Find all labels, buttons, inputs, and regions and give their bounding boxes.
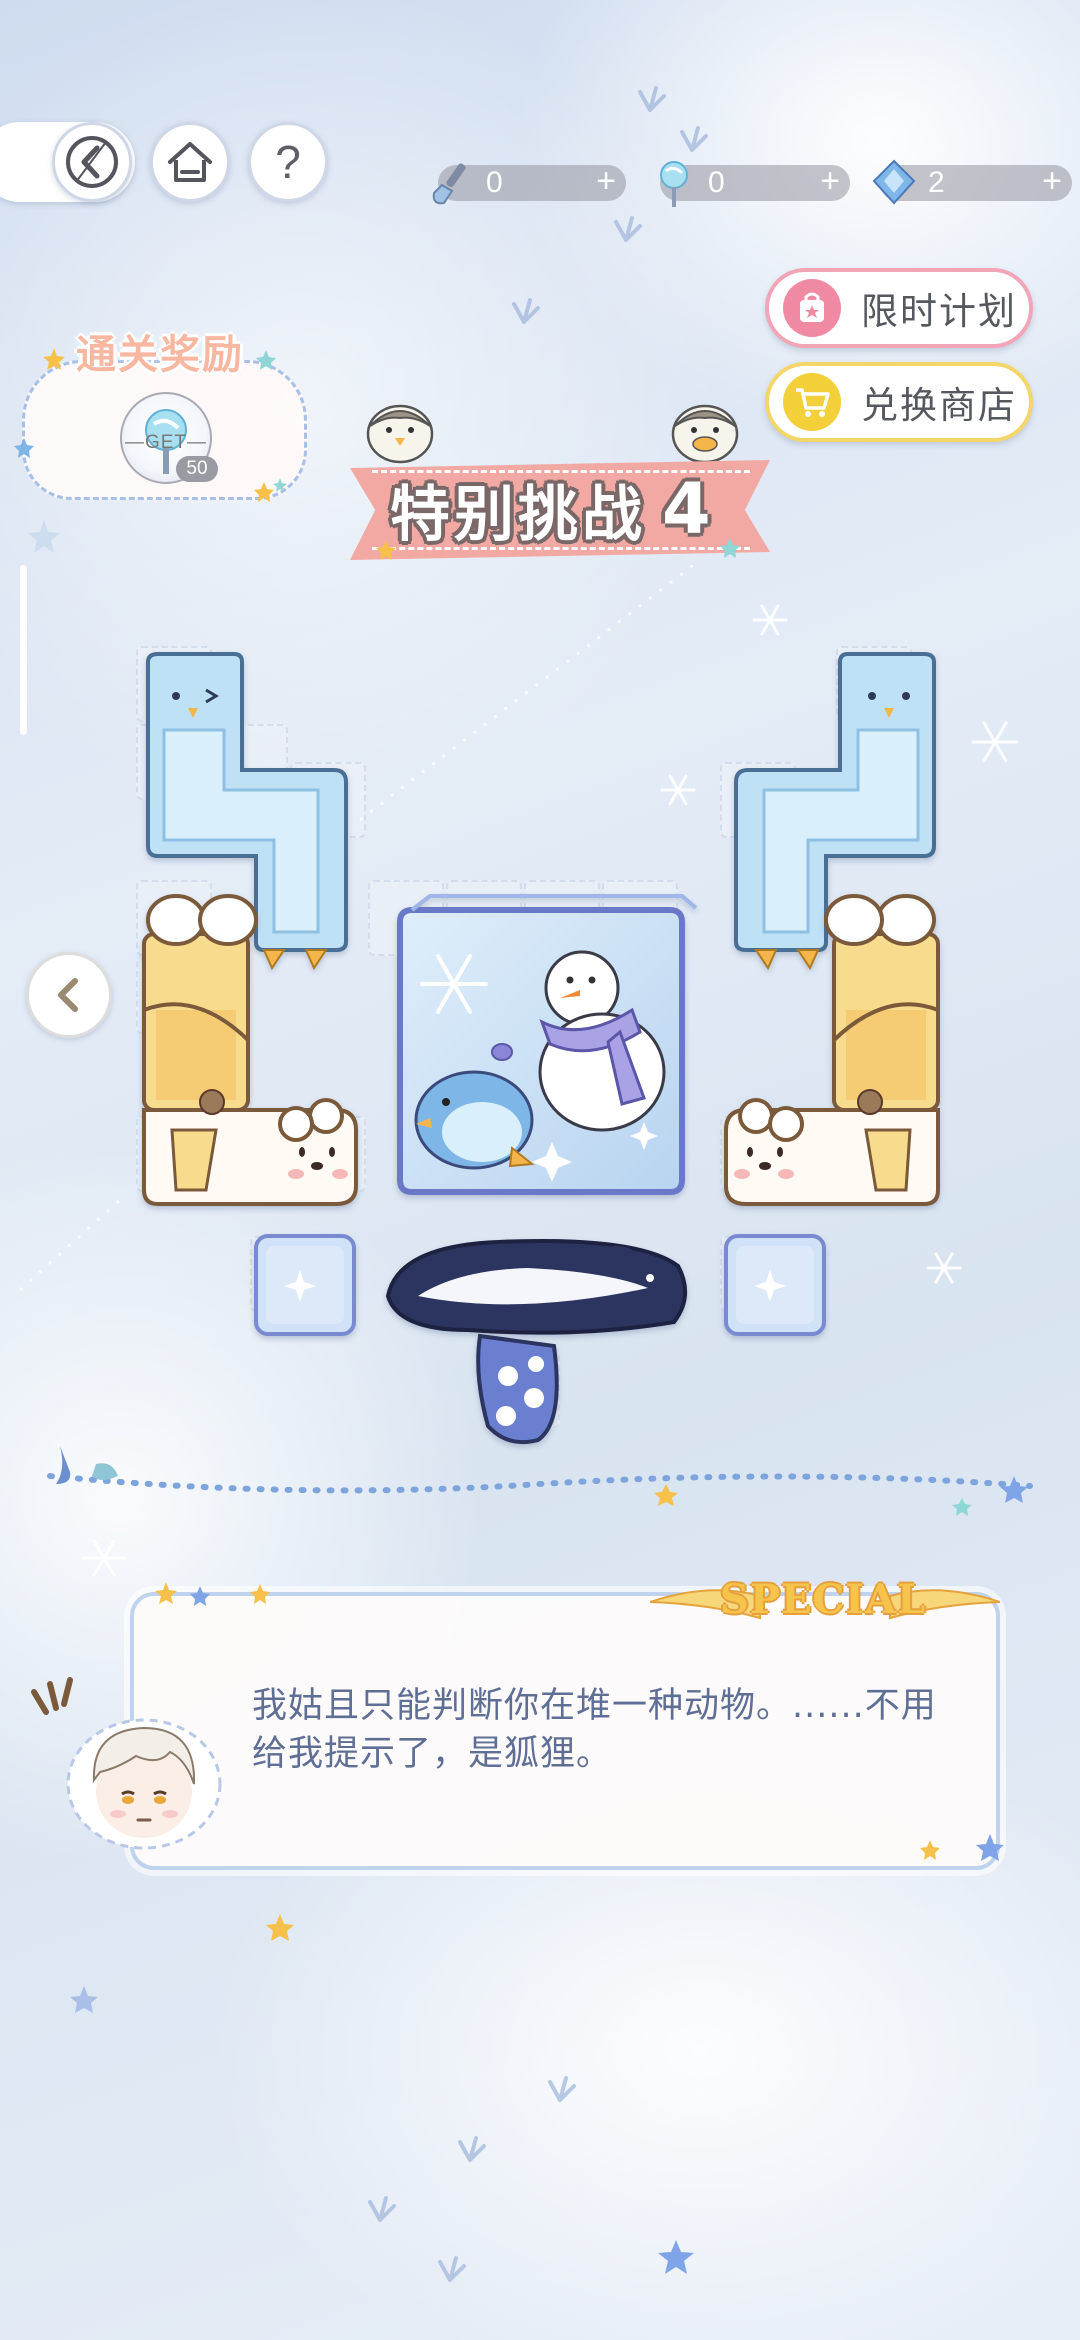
help-icon: ? — [275, 136, 301, 188]
reward-title-stars — [43, 348, 276, 370]
sparrow-icon-right — [671, 404, 739, 464]
ice-cube-right[interactable] — [720, 1230, 830, 1340]
gift-bag-icon — [783, 279, 841, 337]
exchange-shop-label: 兑换商店 — [861, 384, 1017, 427]
character-avatar[interactable] — [62, 1706, 228, 1852]
dotted-garland — [47, 1446, 1033, 1516]
special-tag: SPECIAL — [720, 1576, 927, 1623]
lollipop-add-button[interactable]: + — [820, 163, 840, 199]
banner-stars — [376, 538, 740, 560]
lollipop-resource-bar: 0 + — [660, 161, 850, 207]
gem-count: 2 — [928, 166, 945, 199]
reward-panel-stars — [14, 438, 287, 502]
gem-resource-bar: 2 + — [872, 159, 1072, 205]
back-arrow-icon — [66, 136, 118, 188]
home-icon — [168, 142, 212, 182]
gem-icon — [872, 159, 916, 205]
shovel-count: 0 — [486, 166, 503, 199]
ice-cube-left[interactable] — [250, 1230, 360, 1340]
back-button[interactable] — [52, 122, 132, 202]
chevron-left-icon — [58, 978, 78, 1012]
penguin-t-piece[interactable] — [378, 1226, 698, 1456]
sparrow-icon — [366, 404, 434, 464]
lollipop-count: 0 — [708, 166, 725, 199]
home-button[interactable] — [150, 122, 230, 202]
polar-bear-l-piece-left[interactable] — [136, 890, 366, 1210]
dialog-corner-stars — [155, 1582, 270, 1606]
exchange-shop-button[interactable]: 兑换商店 — [765, 362, 1033, 442]
help-button[interactable]: ? — [248, 122, 328, 202]
shovel-icon — [432, 163, 466, 205]
limited-plan-label: 限时计划 — [861, 290, 1017, 333]
gem-add-button[interactable]: + — [1042, 163, 1062, 199]
previous-page-button[interactable] — [26, 952, 112, 1038]
polar-bear-l-piece-right[interactable] — [716, 890, 946, 1210]
frozen-ice-block[interactable] — [382, 892, 700, 1210]
dialog-text: 我姑且只能判断你在堆一种动物。......不用给我提示了，是狐狸。 — [252, 1686, 937, 1774]
limited-plan-button[interactable]: 限时计划 — [765, 268, 1033, 348]
dialog-bottom-stars — [920, 1834, 1004, 1861]
shopping-cart-icon — [783, 373, 841, 431]
scroll-indicator — [20, 565, 27, 735]
lollipop-icon — [660, 161, 688, 207]
shovel-add-button[interactable]: + — [596, 163, 616, 199]
shovel-resource-bar: 0 + — [432, 163, 626, 205]
